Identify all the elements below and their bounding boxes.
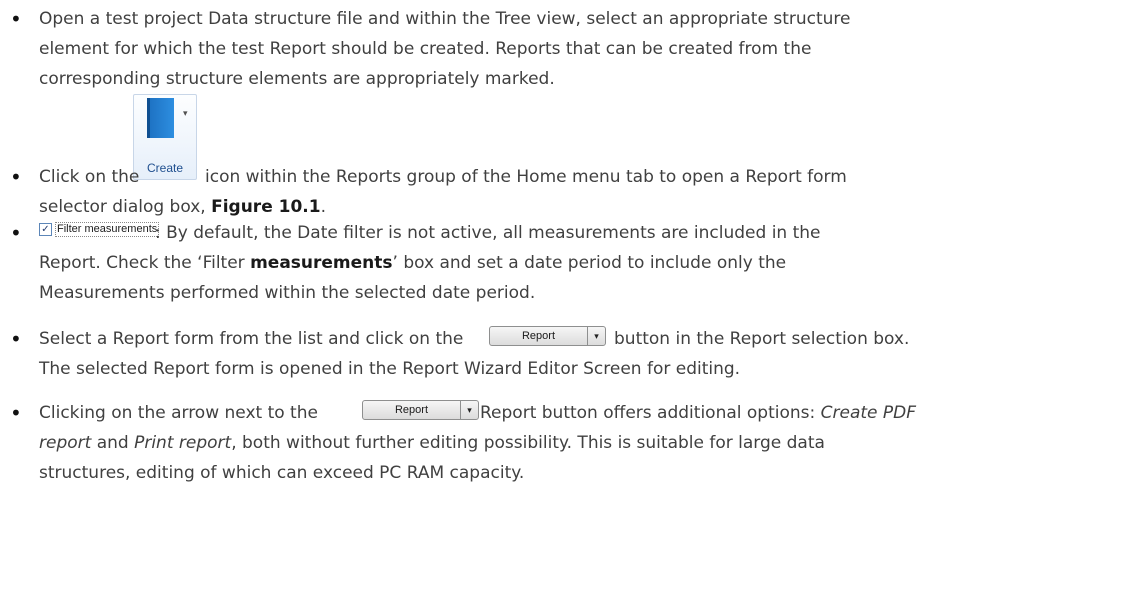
bullet-2-pre: Click on the — [39, 167, 140, 187]
bullet-5-line-2: report and Print report, both without fu… — [39, 431, 825, 455]
bullet-5-and: and — [91, 433, 135, 453]
checkbox-checked-icon: ✓ — [39, 222, 52, 236]
bullet-marker — [10, 407, 22, 419]
report-split-button: Report ▾ — [362, 400, 479, 420]
bullet-marker — [10, 13, 22, 25]
bullet-1-line-2: element for which the test Report should… — [39, 39, 812, 59]
report-split-button: Report ▾ — [489, 326, 606, 346]
report-book-icon — [147, 98, 174, 138]
bullet-marker — [10, 333, 22, 345]
filter-measurements-checkbox: ✓ Filter measurements — [39, 221, 160, 237]
chevron-down-icon: ▾ — [183, 109, 188, 119]
bullet-2-line-2: selector dialog box, Figure 10.1. — [39, 195, 326, 219]
filter-measurements-term: measurements — [250, 253, 393, 273]
bullet-5-line-1: Report button offers additional options:… — [480, 401, 916, 425]
bullet-2-line-1: icon within the Reports group of the Hom… — [205, 167, 847, 187]
bullet-5-line-2-end: , both without further editing possibili… — [231, 433, 825, 453]
bullet-5-pre: Clicking on the arrow next to the — [39, 403, 318, 423]
bullet-1-line-3: corresponding structure elements are app… — [39, 69, 555, 89]
bullet-2-line-2-text: selector dialog box, — [39, 197, 212, 217]
chevron-down-icon: ▾ — [587, 327, 605, 345]
bullet-4-line-2: The selected Report form is opened in th… — [39, 359, 741, 379]
bullet-5-line-1-text: Report button offers additional options: — [480, 403, 821, 423]
bullet-2-line-2-end: . — [320, 197, 326, 217]
bullet-3-line-1: : By default, the Date filter is not act… — [155, 223, 821, 243]
figure-reference: Figure 10.1 — [211, 197, 321, 217]
create-report-icon: ▾ Create — [133, 94, 197, 180]
report-button-label: Report — [394, 404, 429, 416]
option-create-pdf: Create PDF — [820, 403, 917, 423]
chevron-down-icon: ▾ — [460, 401, 478, 419]
bullet-3-line-2: Report. Check the ‘Filter measurements’ … — [39, 251, 786, 275]
bullet-5-line-3: structures, editing of which can exceed … — [39, 463, 525, 483]
bullet-3-line-3: Measurements performed within the select… — [39, 283, 536, 303]
bullet-marker — [10, 227, 22, 239]
filter-measurements-label: Filter measurements — [55, 221, 160, 237]
bullet-3-line-2-text: Report. Check the ‘Filter — [39, 253, 251, 273]
bullet-marker — [10, 171, 22, 183]
report-button-label: Report — [521, 330, 556, 342]
option-create-pdf-cont: report — [39, 433, 92, 453]
bullet-4-post: button in the Report selection box. — [614, 329, 910, 349]
option-print-report: Print report — [134, 433, 232, 453]
bullet-4-pre: Select a Report form from the list and c… — [39, 329, 464, 349]
bullet-3-line-2-end: ’ box and set a date period to include o… — [392, 253, 787, 273]
bullet-1-line-1: Open a test project Data structure file … — [39, 9, 851, 29]
create-label: Create — [146, 161, 184, 175]
